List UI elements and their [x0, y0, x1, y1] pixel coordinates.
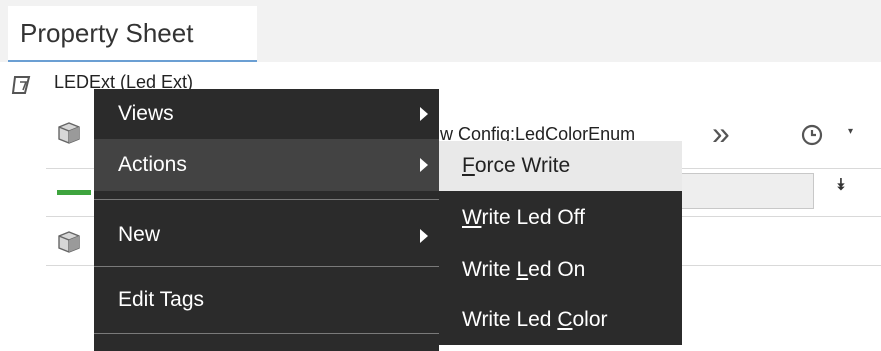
submenu-item-label: Force Write: [462, 154, 571, 177]
collapse-icon[interactable]: ⯯: [836, 177, 846, 195]
menu-separator: [94, 199, 439, 200]
submenu-arrow-icon: [420, 158, 428, 172]
context-menu: Views Actions New Edit Tags: [94, 89, 439, 351]
submenu-item-write-led-color[interactable]: Write Led Color: [439, 295, 682, 345]
component-icon: [11, 76, 31, 94]
submenu-item-force-write[interactable]: Force Write: [439, 141, 682, 191]
tab-strip: Property Sheet: [0, 0, 881, 62]
menu-item-new[interactable]: New: [94, 208, 439, 264]
cube-icon: [58, 231, 80, 253]
cube-icon: [58, 122, 80, 144]
menu-item-edit-tags[interactable]: Edit Tags: [94, 275, 439, 327]
submenu-item-label: Write Led Color: [462, 308, 608, 331]
menu-item-label: New: [118, 223, 161, 246]
menu-item-views[interactable]: Views: [94, 89, 439, 139]
submenu-item-label: Write Led Off: [462, 206, 585, 229]
menu-separator: [94, 266, 439, 267]
property-sheet-view: Property Sheet LEDExt (Led Ext) w Config…: [0, 0, 881, 351]
status-bar-icon: [57, 190, 91, 195]
action-chevrons-button[interactable]: »: [712, 117, 730, 149]
menu-separator: [94, 333, 439, 334]
tab-property-sheet[interactable]: Property Sheet: [8, 6, 257, 62]
value-field[interactable]: [670, 173, 814, 209]
menu-item-label: Edit Tags: [118, 288, 204, 311]
actions-submenu: Force Write Write Led Off Write Led On W…: [439, 141, 682, 345]
tab-label: Property Sheet: [20, 18, 194, 48]
menu-item-actions[interactable]: Actions: [94, 139, 439, 191]
submenu-item-write-led-on[interactable]: Write Led On: [439, 245, 682, 295]
menu-item-label: Views: [118, 102, 174, 125]
submenu-item-label: Write Led On: [462, 258, 586, 281]
submenu-arrow-icon: [420, 107, 428, 121]
clock-icon[interactable]: [800, 122, 828, 148]
menu-item-label: Actions: [118, 153, 187, 176]
submenu-arrow-icon: [420, 229, 428, 243]
submenu-item-write-led-off[interactable]: Write Led Off: [439, 193, 682, 243]
dropdown-caret-icon[interactable]: ▾: [848, 126, 853, 137]
